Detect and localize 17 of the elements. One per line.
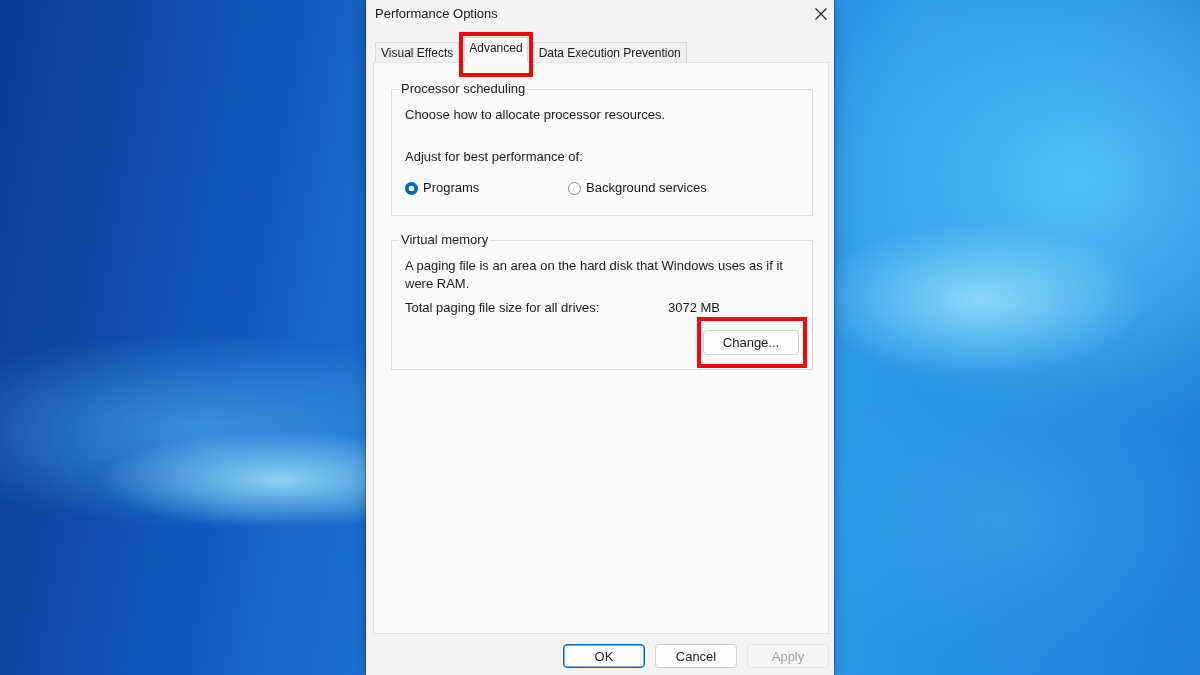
close-icon[interactable] (815, 8, 827, 20)
dialog-button[interactable]: Cancel (655, 644, 737, 668)
radio-option[interactable]: Background services (568, 179, 731, 197)
change-button[interactable]: Change... (703, 330, 799, 355)
paging-size-label: Total paging file size for all drives: (405, 299, 601, 317)
description-text: Choose how to allocate processor resources. (405, 106, 667, 124)
paging-size-value: 3072 MB (668, 299, 721, 317)
tab[interactable]: Advanced (464, 37, 528, 63)
prompt-text: Adjust for best performance of: (405, 148, 584, 166)
dialog-button[interactable]: OK (563, 644, 645, 668)
group-title: Virtual memory (400, 231, 490, 249)
window-title: Performance Options (375, 5, 498, 23)
tab[interactable]: Data Execution Prevention (532, 42, 687, 63)
description-text: A paging file is an area on the hard disk that Windows uses as if it were RAM. (405, 257, 784, 293)
radio-option[interactable]: Programs (405, 179, 568, 197)
tab[interactable]: Visual Effects (375, 42, 460, 63)
group-title: Processor scheduling (400, 80, 527, 98)
